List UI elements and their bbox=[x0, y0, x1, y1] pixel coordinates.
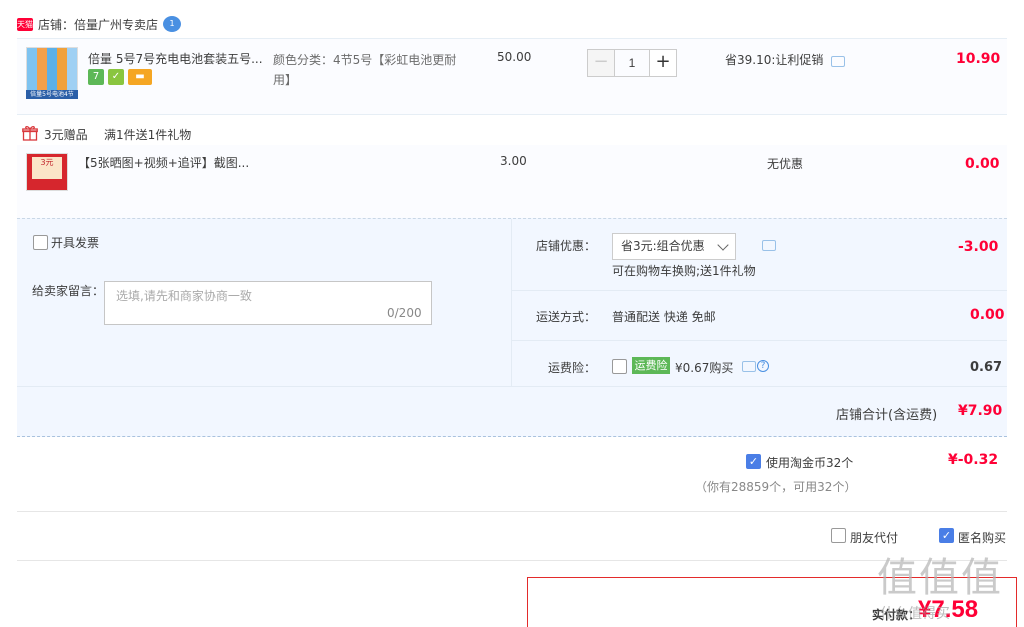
guarantee-icon[interactable]: ✓ bbox=[108, 69, 124, 85]
shop-discount-amount: -3.00 bbox=[958, 239, 999, 255]
invoice-checkbox[interactable] bbox=[33, 235, 48, 250]
shipping-amount: 0.00 bbox=[970, 307, 1005, 323]
insurance-info-icon[interactable] bbox=[742, 361, 756, 372]
shop-discount-label: 店铺优惠： bbox=[536, 239, 597, 253]
watermark-text: 什么值得买 bbox=[880, 605, 950, 621]
item-unit-price: 50.00 bbox=[497, 50, 532, 64]
shop-total-label: 店铺合计(含运费) bbox=[836, 408, 938, 423]
item-promo: 省39.10:让利促销 bbox=[725, 53, 824, 67]
insurance-price: ¥0.67购买 bbox=[675, 361, 734, 375]
watermark-logo: 值值值 bbox=[877, 555, 1003, 601]
quantity-input[interactable]: 1 bbox=[615, 49, 649, 77]
insurance-amount: 0.67 bbox=[970, 360, 1003, 375]
gift-promo: 无优惠 bbox=[767, 157, 804, 171]
item-image-caption: 倍量5号电池4节 bbox=[26, 90, 78, 99]
friend-pay-checkbox[interactable] bbox=[831, 528, 846, 543]
insurance-badge: 运费险 bbox=[632, 357, 670, 374]
coins-discount: ¥-0.32 bbox=[948, 452, 999, 468]
wangwang-chat-icon[interactable]: 1 bbox=[163, 16, 181, 32]
service-icons: 7 ✓ ▬ bbox=[88, 69, 152, 85]
invoice-label: 开具发票 bbox=[51, 236, 100, 250]
item-title[interactable]: 倍量 5号7号充电电池套装五号... bbox=[88, 50, 268, 67]
item-total: 10.90 bbox=[956, 51, 1001, 67]
quantity-increase-button[interactable]: + bbox=[649, 49, 677, 77]
item-sku: 颜色分类：4节5号【彩虹电池更耐用】 bbox=[273, 53, 457, 87]
divider bbox=[17, 560, 1007, 561]
discount-info-icon[interactable] bbox=[762, 240, 776, 251]
credit-card-icon[interactable]: ▬ bbox=[128, 69, 152, 85]
shop-discount-note: 可在购物车换购;送1件礼物 bbox=[612, 264, 756, 278]
message-placeholder: 选填,请先和商家协商一致 bbox=[116, 289, 252, 303]
insurance-checkbox[interactable] bbox=[612, 359, 627, 374]
coins-balance: （你有28859个，可用32个） bbox=[695, 480, 857, 494]
shop-total-value: ¥7.90 bbox=[958, 403, 1003, 419]
promo-info-icon[interactable] bbox=[831, 56, 845, 67]
seven-day-return-icon[interactable]: 7 bbox=[88, 69, 104, 85]
gift-label: 3元赠品 bbox=[44, 128, 88, 142]
gift-image-text: 3元 bbox=[32, 157, 62, 179]
gift-total: 0.00 bbox=[965, 156, 1000, 172]
divider bbox=[17, 511, 1007, 512]
row-divider bbox=[511, 290, 1007, 291]
tmall-badge: 天猫 bbox=[17, 18, 33, 31]
panel-divider bbox=[511, 219, 512, 386]
use-coins-checkbox[interactable]: ✓ bbox=[746, 454, 761, 469]
message-label: 给卖家留言： bbox=[32, 284, 105, 298]
use-coins-label: 使用淘金币32个 bbox=[766, 456, 854, 470]
friend-pay-label: 朋友代付 bbox=[850, 531, 899, 545]
quantity-decrease-button[interactable]: − bbox=[587, 49, 615, 77]
row-divider bbox=[17, 386, 1007, 387]
gift-icon bbox=[22, 126, 38, 141]
anonymous-label: 匿名购买 bbox=[958, 531, 1007, 545]
help-icon[interactable]: ? bbox=[757, 360, 769, 372]
shop-name[interactable]: 店铺：倍量广州专卖店 bbox=[38, 16, 158, 33]
shop-discount-select[interactable]: 省3元:组合优惠 bbox=[612, 233, 736, 260]
gift-price: 3.00 bbox=[500, 154, 527, 168]
gift-title[interactable]: 【5张晒图+视频+追评】截图... bbox=[78, 154, 249, 171]
message-char-count: 0/200 bbox=[387, 306, 422, 320]
row-divider bbox=[511, 340, 1007, 341]
insurance-label: 运费险： bbox=[548, 361, 597, 375]
anonymous-checkbox[interactable]: ✓ bbox=[939, 528, 954, 543]
gift-rule: 满1件送1件礼物 bbox=[104, 128, 192, 142]
shop-discount-value: 省3元:组合优惠 bbox=[621, 239, 705, 253]
shipping-value: 普通配送 快递 免邮 bbox=[612, 310, 716, 324]
quantity-stepper: − 1 + bbox=[587, 49, 683, 77]
shipping-label: 运送方式： bbox=[536, 310, 597, 324]
chevron-down-icon bbox=[717, 239, 729, 251]
